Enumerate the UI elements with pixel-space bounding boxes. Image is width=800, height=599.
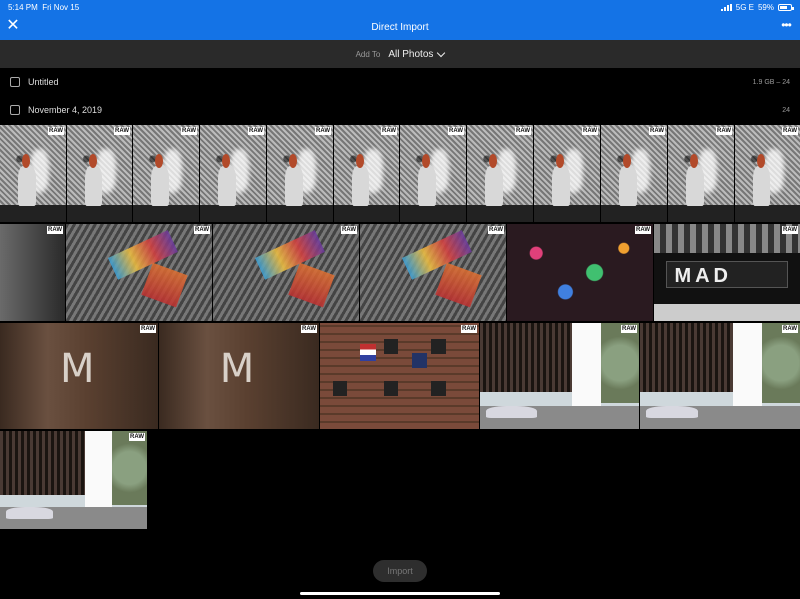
photo-thumbnail[interactable]: M RAW bbox=[159, 323, 319, 429]
add-to-dropdown[interactable]: All Photos bbox=[388, 48, 446, 60]
group-row-untitled: Untitled 1.9 GB – 24 bbox=[0, 68, 800, 96]
photo-thumbnail[interactable]: RAW bbox=[360, 224, 506, 321]
group-name: November 4, 2019 bbox=[28, 105, 103, 115]
group-name: Untitled bbox=[28, 77, 59, 87]
home-indicator bbox=[300, 592, 500, 595]
raw-badge: RAW bbox=[582, 127, 598, 135]
raw-badge: RAW bbox=[301, 325, 317, 333]
photo-thumbnail[interactable]: MAD RAW bbox=[654, 224, 800, 321]
photo-thumbnail[interactable]: RAW bbox=[200, 125, 266, 222]
import-button[interactable]: Import bbox=[373, 560, 427, 582]
photo-thumbnail[interactable]: RAW bbox=[534, 125, 600, 222]
photo-thumbnail[interactable]: RAW bbox=[601, 125, 667, 222]
raw-badge: RAW bbox=[181, 127, 197, 135]
photo-thumbnail[interactable]: RAW bbox=[213, 224, 359, 321]
photo-thumbnail[interactable]: M RAW bbox=[0, 323, 158, 429]
page-title: Direct Import bbox=[371, 22, 429, 33]
photo-thumbnail[interactable]: RAW bbox=[735, 125, 800, 222]
raw-badge: RAW bbox=[782, 226, 798, 234]
battery-icon bbox=[778, 4, 794, 11]
chevron-down-icon bbox=[437, 48, 446, 57]
raw-badge: RAW bbox=[194, 226, 210, 234]
group-meta: 1.9 GB – 24 bbox=[752, 78, 790, 86]
group-checkbox-untitled[interactable] bbox=[10, 77, 20, 87]
raw-badge: RAW bbox=[140, 325, 156, 333]
photo-thumbnail[interactable]: RAW bbox=[640, 323, 800, 429]
group-meta: 24 bbox=[782, 106, 790, 114]
signal-icon bbox=[720, 4, 732, 11]
photo-thumbnail[interactable]: RAW bbox=[0, 224, 65, 321]
status-right: 5G E 59% bbox=[720, 3, 794, 12]
door-letter: M bbox=[219, 346, 255, 393]
photo-thumbnail[interactable]: RAW bbox=[668, 125, 734, 222]
battery-text: 59% bbox=[757, 3, 774, 12]
raw-badge: RAW bbox=[716, 127, 732, 135]
raw-badge: RAW bbox=[621, 325, 637, 333]
title-bar: 5:14 PM Fri Nov 15 5G E 59% ✕ Direct Imp… bbox=[0, 0, 800, 40]
photo-thumbnail[interactable]: RAW bbox=[0, 431, 147, 529]
raw-badge: RAW bbox=[782, 325, 798, 333]
raw-badge: RAW bbox=[515, 127, 531, 135]
add-to-bar: Add To All Photos bbox=[0, 40, 800, 68]
add-to-label: Add To bbox=[355, 49, 381, 59]
add-to-value: All Photos bbox=[388, 48, 434, 60]
photo-thumbnail[interactable]: RAW bbox=[66, 224, 212, 321]
raw-badge: RAW bbox=[341, 226, 357, 234]
photo-thumbnail[interactable]: RAW bbox=[480, 323, 639, 429]
door-letter: M bbox=[60, 346, 95, 393]
raw-badge: RAW bbox=[649, 127, 665, 135]
raw-badge: RAW bbox=[448, 127, 464, 135]
raw-badge: RAW bbox=[315, 127, 331, 135]
network-type: 5G E bbox=[735, 3, 754, 12]
raw-badge: RAW bbox=[782, 127, 798, 135]
photo-thumbnail[interactable]: RAW bbox=[400, 125, 466, 222]
raw-badge: RAW bbox=[381, 127, 397, 135]
group-row-november: November 4, 2019 24 bbox=[0, 96, 800, 124]
raw-badge: RAW bbox=[461, 325, 477, 333]
status-bar: 5:14 PM Fri Nov 15 5G E 59% bbox=[0, 0, 800, 14]
raw-badge: RAW bbox=[129, 433, 145, 441]
photo-thumbnail[interactable]: RAW bbox=[467, 125, 533, 222]
raw-badge: RAW bbox=[635, 226, 651, 234]
photo-thumbnail[interactable]: RAW bbox=[320, 323, 479, 429]
photo-thumbnail[interactable]: RAW bbox=[507, 224, 653, 321]
photo-thumbnail[interactable]: RAW bbox=[67, 125, 132, 222]
raw-badge: RAW bbox=[488, 226, 504, 234]
more-icon[interactable]: ••• bbox=[778, 18, 794, 34]
mad-text: MAD bbox=[674, 264, 732, 287]
photo-thumbnail[interactable]: RAW bbox=[334, 125, 399, 222]
raw-badge: RAW bbox=[248, 127, 264, 135]
raw-badge: RAW bbox=[47, 226, 63, 234]
photo-thumbnail[interactable]: RAW bbox=[133, 125, 199, 222]
photo-thumbnail[interactable]: RAW bbox=[0, 125, 66, 222]
raw-badge: RAW bbox=[48, 127, 64, 135]
raw-badge: RAW bbox=[114, 127, 130, 135]
photo-thumbnail[interactable]: RAW bbox=[267, 125, 333, 222]
group-checkbox-november[interactable] bbox=[10, 105, 20, 115]
status-time: 5:14 PM Fri Nov 15 bbox=[8, 3, 80, 12]
